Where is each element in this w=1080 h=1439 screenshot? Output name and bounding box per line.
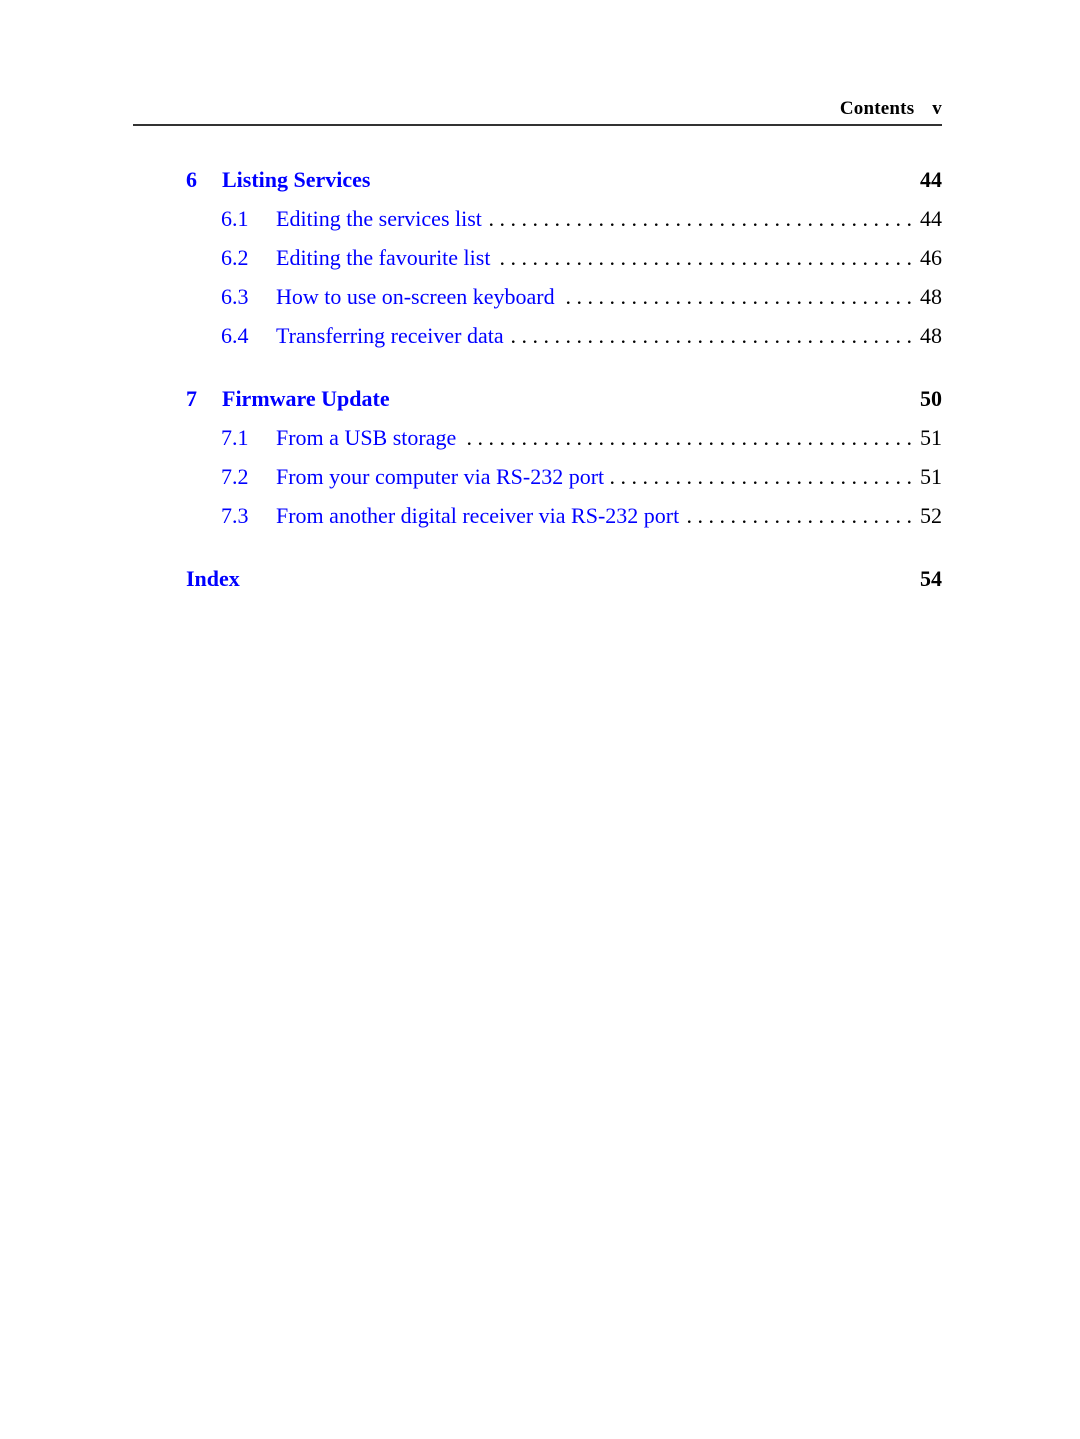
toc-section-6-3[interactable]: 6.3 How to use on-screen keyboard . . . …	[221, 284, 942, 312]
toc-section-7-2[interactable]: 7.2 From your computer via RS-232 port .…	[221, 464, 942, 492]
toc-section-6-1[interactable]: 6.1 Editing the services list . . . . . …	[221, 206, 942, 234]
toc-section-6-4[interactable]: 6.4 Transferring receiver data . . . . .…	[221, 323, 942, 351]
section-page: 51	[920, 464, 942, 489]
section-number: 6.1	[221, 206, 249, 231]
toc-section-6-2[interactable]: 6.2 Editing the favourite list . . . . .…	[221, 245, 942, 273]
chapter-page: 50	[920, 386, 942, 411]
chapter-number: 7	[186, 386, 197, 411]
dot-leader: . . . . . . . . . . . . . . . . . . . . …	[608, 464, 912, 489]
running-header: Contents v	[133, 96, 942, 126]
toc-section-7-1[interactable]: 7.1 From a USB storage . . . . . . . . .…	[221, 425, 942, 453]
chapter-title-link[interactable]: Firmware Update	[222, 386, 390, 412]
chapter-title-link[interactable]: Listing Services	[222, 167, 371, 193]
section-page: 52	[920, 503, 942, 528]
dot-leader: . . . . . . . . . . . . . . . . . . . . …	[683, 503, 912, 528]
index-page: 54	[920, 566, 942, 591]
section-title-link[interactable]: How to use on-screen keyboard	[276, 284, 555, 310]
section-number: 6.4	[221, 323, 249, 348]
dot-leader: . . . . . . . . . . . . . . . . . . . . …	[508, 323, 912, 348]
section-title-link[interactable]: Editing the services list	[276, 206, 482, 232]
section-title-link[interactable]: Transferring receiver data	[276, 323, 504, 349]
header-page-number: v	[932, 98, 942, 119]
dot-leader: . . . . . . . . . . . . . . . . . . . . …	[460, 425, 912, 450]
toc-chapter-7[interactable]: 7 Firmware Update 50	[186, 386, 942, 414]
chapter-number: 6	[186, 167, 197, 192]
section-number: 7.2	[221, 464, 249, 489]
dot-leader: . . . . . . . . . . . . . . . . . . . . …	[486, 206, 912, 231]
section-number: 6.2	[221, 245, 249, 270]
section-title-link[interactable]: From another digital receiver via RS-232…	[276, 503, 679, 529]
section-page: 46	[920, 245, 942, 270]
toc-section-7-3[interactable]: 7.3 From another digital receiver via RS…	[221, 503, 942, 531]
section-number: 7.3	[221, 503, 249, 528]
dot-leader: . . . . . . . . . . . . . . . . . . . . …	[494, 245, 912, 270]
section-page: 48	[920, 323, 942, 348]
section-title-link[interactable]: Editing the favourite list	[276, 245, 490, 271]
section-page: 44	[920, 206, 942, 231]
chapter-page: 44	[920, 167, 942, 192]
section-title-link[interactable]: From your computer via RS-232 port	[276, 464, 604, 490]
section-page: 48	[920, 284, 942, 309]
dot-leader: . . . . . . . . . . . . . . . . . . . . …	[559, 284, 912, 309]
section-number: 6.3	[221, 284, 249, 309]
toc-index[interactable]: Index 54	[186, 566, 942, 594]
section-page: 51	[920, 425, 942, 450]
section-title-link[interactable]: From a USB storage	[276, 425, 456, 451]
index-title-link[interactable]: Index	[186, 566, 240, 592]
toc-chapter-6[interactable]: 6 Listing Services 44	[186, 167, 942, 195]
header-title: Contents	[839, 98, 915, 119]
section-number: 7.1	[221, 425, 249, 450]
